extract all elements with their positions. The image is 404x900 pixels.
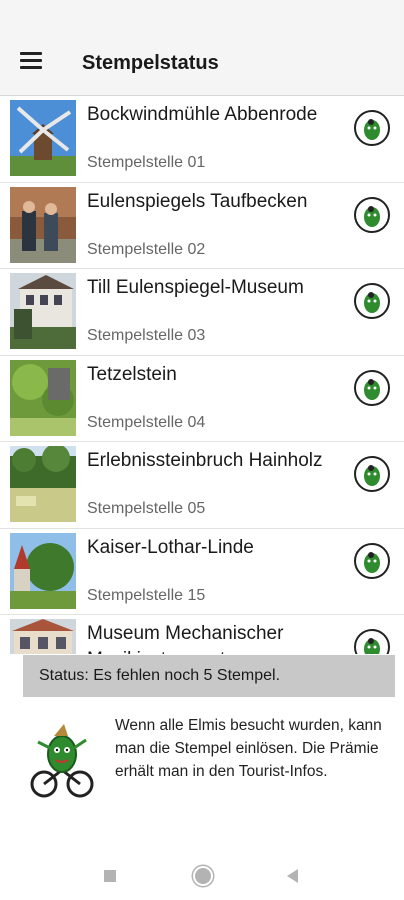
triangle-nav-icon[interactable] <box>287 869 298 883</box>
list-item[interactable]: Museum Mechanischer Musikinstrumente <box>0 615 404 654</box>
list-item[interactable]: Bockwindmühle Abbenrode Stempelstelle 01 <box>0 96 404 183</box>
station-name: Eulenspiegels Taufbecken <box>87 190 308 212</box>
hamburger-menu-icon[interactable] <box>20 52 42 72</box>
station-name: Erlebnissteinbruch Hainholz <box>87 450 323 471</box>
station-name: Museum Mechanischer Musikinstrumente <box>87 623 284 654</box>
system-navigation-bar <box>0 850 404 900</box>
station-photo <box>10 273 76 349</box>
station-number: Stempelstelle 05 <box>87 500 206 517</box>
page-title: Stempelstatus <box>82 52 219 74</box>
station-name: Till Eulenspiegel-Museum <box>87 277 304 298</box>
elmi-cyclist-icon <box>28 722 96 800</box>
list-item[interactable]: Kaiser-Lothar-Linde Stempelstelle 15 <box>0 529 404 615</box>
station-list[interactable]: Bockwindmühle Abbenrode Stempelstelle 01… <box>0 96 404 654</box>
list-item[interactable]: Tetzelstein Stempelstelle 04 <box>0 356 404 442</box>
elmi-stamp-icon <box>354 456 390 492</box>
elmi-stamp-icon <box>354 629 390 654</box>
app-bar: Stempelstatus <box>0 0 404 96</box>
station-photo <box>10 186 76 263</box>
list-item[interactable]: Till Eulenspiegel-Museum Stempelstelle 0… <box>0 269 404 356</box>
elmi-stamp-icon <box>354 283 390 319</box>
list-item[interactable]: Erlebnissteinbruch Hainholz Stempelstell… <box>0 442 404 529</box>
station-photo <box>10 359 76 436</box>
station-number: Stempelstelle 15 <box>87 586 206 604</box>
list-item[interactable]: Eulenspiegels Taufbecken Stempelstelle 0… <box>0 183 404 269</box>
elmi-stamp-icon <box>354 369 390 406</box>
station-photo <box>10 532 76 609</box>
status-bar: Status: Es fehlen noch 5 Stempel. <box>23 655 395 697</box>
station-number: Stempelstelle 02 <box>87 240 206 258</box>
station-number: Stempelstelle 01 <box>87 154 206 171</box>
station-photo <box>10 619 76 654</box>
station-number: Stempelstelle 04 <box>87 413 206 431</box>
station-name: Kaiser-Lothar-Linde <box>87 536 254 558</box>
elmi-stamp-icon <box>354 110 390 146</box>
station-photo <box>10 100 76 176</box>
station-number: Stempelstelle 03 <box>87 327 206 344</box>
station-photo <box>10 446 76 522</box>
status-text: Status: Es fehlen noch 5 Stempel. <box>39 667 281 684</box>
square-nav-icon[interactable] <box>104 870 116 882</box>
circle-nav-icon[interactable] <box>195 868 211 884</box>
info-text: Wenn alle Elmis besucht wurden, kann man… <box>115 717 382 780</box>
station-name: Bockwindmühle Abbenrode <box>87 104 318 125</box>
station-name: Tetzelstein <box>87 363 177 385</box>
elmi-stamp-icon <box>354 542 390 579</box>
elmi-stamp-icon <box>354 196 390 233</box>
